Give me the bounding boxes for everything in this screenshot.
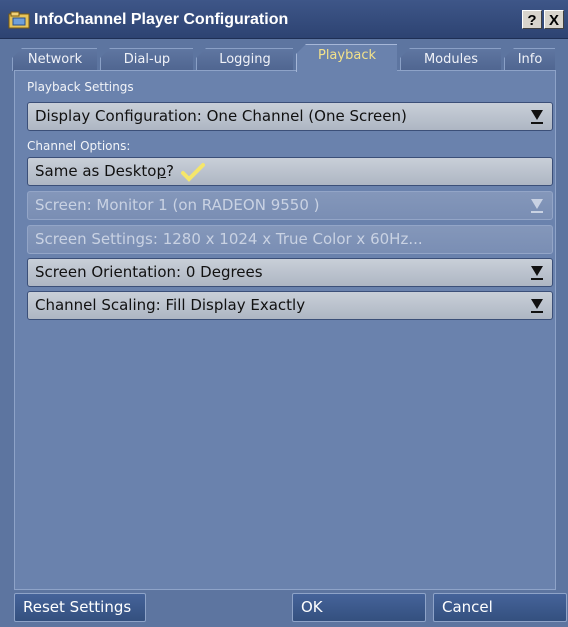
dropdown-arrow-icon [531,110,543,124]
channel-scaling-label: Channel Scaling: [35,296,161,314]
screen-settings-button[interactable]: Screen Settings: 1280 x 1024 x True Colo… [27,225,553,254]
tab-info[interactable]: Info [504,48,555,71]
app-icon [8,11,30,29]
config-dialog: InfoChannel Player Configuration ? X Net… [0,0,568,627]
tab-strip: Network Dial-up Logging Playback Modules… [12,44,555,72]
screen-settings-label: Screen Settings: [35,230,158,248]
tab-dial-up[interactable]: Dial-up [100,48,193,71]
dropdown-arrow-icon [531,199,543,213]
screen-orientation-label: Screen Orientation: [35,263,182,281]
tab-logging[interactable]: Logging [196,48,293,71]
window-title: InfoChannel Player Configuration [34,11,289,28]
channel-scaling-dropdown[interactable]: Channel Scaling: Fill Display Exactly [27,291,553,320]
screen-orientation-dropdown[interactable]: Screen Orientation: 0 Degrees [27,258,553,287]
display-configuration-dropdown[interactable]: Display Configuration: One Channel (One … [27,102,553,131]
reset-settings-button[interactable]: Reset Settings [14,593,146,622]
channel-options-label: Channel Options: [27,139,131,153]
screen-orientation-value: 0 Degrees [185,263,263,281]
same-as-desktop-label: Same as Desktop? [35,162,174,180]
tab-network[interactable]: Network [12,48,97,71]
same-as-desktop-toggle[interactable]: Same as Desktop? [27,157,553,186]
playback-settings-label: Playback Settings [27,80,134,94]
checkmark-icon [180,162,205,182]
help-button[interactable]: ? [522,10,542,29]
display-configuration-value: One Channel (One Screen) [206,107,407,125]
cancel-button[interactable]: Cancel [433,593,567,622]
channel-scaling-value: Fill Display Exactly [165,296,306,314]
dropdown-arrow-icon [531,266,543,280]
close-button[interactable]: X [544,10,564,29]
display-configuration-label: Display Configuration: [35,107,202,125]
ok-button[interactable]: OK [292,593,426,622]
screen-dropdown[interactable]: Screen: Monitor 1 (on RADEON 9550 ) [27,191,553,220]
screen-label: Screen: Monitor 1 (on RADEON 9550 ) [35,196,320,214]
title-bar: InfoChannel Player Configuration ? X [0,0,568,39]
tab-playback[interactable]: Playback [296,44,397,72]
screen-settings-value: 1280 x 1024 x True Color x 60Hz... [162,230,423,248]
dropdown-arrow-icon [531,299,543,313]
tab-modules[interactable]: Modules [400,48,501,71]
